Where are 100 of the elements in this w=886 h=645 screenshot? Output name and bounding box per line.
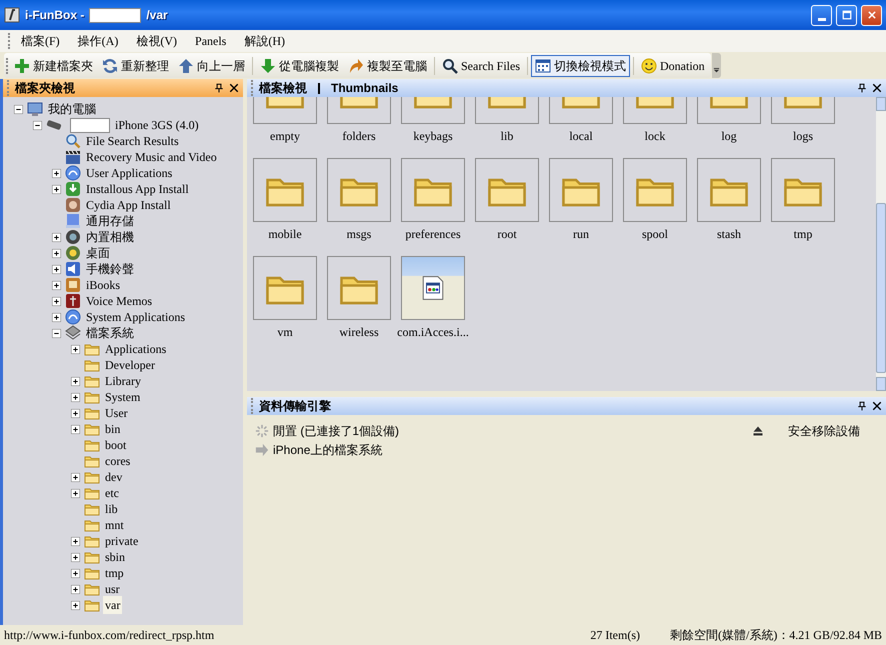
expand-icon[interactable] (71, 568, 80, 578)
expand-icon[interactable] (71, 600, 80, 610)
download-app-icon (65, 181, 81, 197)
tree-item[interactable]: 手機鈴聲 (84, 260, 136, 278)
tree-item[interactable]: System Applications (84, 308, 187, 326)
menu-item[interactable]: 解說(H) (236, 31, 294, 51)
curved-arrow-icon (348, 58, 364, 74)
tree-item[interactable]: User Applications (84, 164, 174, 182)
collapse-icon[interactable] (33, 120, 42, 130)
stack-icon (65, 325, 81, 341)
expand-icon[interactable] (52, 264, 61, 274)
folder-thumbnail[interactable] (327, 256, 391, 320)
tree-item[interactable]: tmp (103, 564, 126, 582)
file-name: spool (640, 226, 669, 241)
tree-item[interactable]: usr (103, 580, 122, 598)
expand-icon[interactable] (71, 584, 80, 594)
tree-item[interactable]: iBooks (84, 276, 122, 294)
tree-item[interactable]: Voice Memos (84, 292, 154, 310)
tree-item[interactable]: var (103, 596, 122, 614)
toolbar-button[interactable]: 複製至電腦 (344, 54, 431, 76)
tree-item[interactable]: Library (103, 372, 143, 390)
tree-item[interactable]: etc (103, 484, 121, 502)
grip-icon (8, 33, 11, 49)
tree-item[interactable]: cores (103, 452, 132, 470)
tree-item[interactable]: boot (103, 436, 128, 454)
folder-thumbnail[interactable] (549, 158, 613, 222)
toolbar-button[interactable]: 切換檢視模式 (531, 54, 630, 76)
tree-item[interactable]: lib (103, 500, 120, 518)
eject-icon (752, 424, 764, 436)
close-icon (872, 401, 882, 411)
expand-icon[interactable] (71, 424, 80, 434)
menu-item[interactable]: 檢視(V) (128, 31, 186, 51)
camera-icon (65, 229, 81, 245)
expand-icon[interactable] (52, 184, 61, 194)
tree-item[interactable]: Cydia App Install (84, 196, 173, 214)
toolbar-button[interactable]: 新建檔案夾 (10, 54, 97, 76)
menu-item[interactable]: Panels (187, 31, 234, 51)
overflow-button[interactable] (712, 53, 721, 78)
eject-link[interactable]: 安全移除設備 (788, 422, 860, 440)
toolbar-button[interactable]: 重新整理 (98, 54, 173, 76)
scroll-thumb[interactable] (876, 203, 886, 373)
expand-icon[interactable] (71, 408, 80, 418)
collapse-icon[interactable] (52, 328, 61, 338)
tree-item[interactable]: Installous App Install (84, 180, 191, 198)
toolbar-button[interactable]: 從電腦複製 (256, 54, 343, 76)
toolbar-button[interactable]: Donation (637, 54, 709, 76)
folder-thumbnail[interactable] (253, 158, 317, 222)
tree-item[interactable]: 通用存儲 (84, 212, 136, 230)
expand-icon[interactable] (71, 536, 80, 546)
tree-item[interactable]: Recovery Music and Video (84, 148, 219, 166)
tree-item[interactable]: private (103, 532, 140, 550)
expand-icon[interactable] (52, 168, 61, 178)
grip-icon (6, 58, 9, 74)
tree-item[interactable]: dev (103, 468, 124, 486)
folder-thumbnail[interactable] (475, 158, 539, 222)
menu-item[interactable]: 操作(A) (70, 31, 126, 51)
expand-icon[interactable] (71, 552, 80, 562)
folder-thumbnail[interactable] (327, 158, 391, 222)
folder-thumbnail[interactable] (623, 158, 687, 222)
expand-icon[interactable] (71, 472, 80, 482)
tree-item[interactable]: File Search Results (84, 132, 181, 150)
folder-thumbnail[interactable] (253, 256, 317, 320)
tree-item[interactable]: User (103, 404, 130, 422)
expand-icon[interactable] (52, 280, 61, 290)
tree-item[interactable]: sbin (103, 548, 128, 566)
tree-item[interactable]: 內置相機 (84, 228, 136, 246)
file-name: msgs (346, 226, 372, 241)
toolbar-button[interactable]: 向上一層 (174, 54, 249, 76)
expand-icon[interactable] (52, 312, 61, 322)
minimize-button[interactable] (811, 4, 832, 26)
expand-icon[interactable] (71, 392, 80, 402)
tree-item[interactable]: Developer (103, 356, 157, 374)
collapse-icon[interactable] (14, 104, 23, 114)
expand-icon[interactable] (71, 344, 80, 354)
tree-item[interactable]: Applications (103, 340, 168, 358)
expand-icon[interactable] (52, 248, 61, 258)
transfer-item[interactable]: iPhone上的檔案系統 (273, 440, 382, 458)
expand-icon[interactable] (52, 232, 61, 242)
tree-item[interactable]: 我的電腦 (46, 100, 98, 118)
folder-thumbnail[interactable] (697, 158, 761, 222)
close-button[interactable] (861, 4, 882, 26)
maximize-button[interactable] (836, 4, 857, 26)
tree-item[interactable]: mnt (103, 516, 126, 534)
expand-icon[interactable] (52, 296, 61, 306)
book-icon (65, 277, 81, 293)
pin-icon (857, 401, 867, 411)
tree-item[interactable]: System (103, 388, 142, 406)
toolbar-button[interactable]: Search Files (438, 54, 524, 76)
scrollbar[interactable] (876, 97, 886, 391)
expand-icon[interactable] (71, 488, 80, 498)
tree-item[interactable]: bin (103, 420, 122, 438)
menu-item[interactable]: 檔案(F) (13, 31, 68, 51)
tree-item[interactable]: 檔案系統 (84, 324, 136, 342)
down-arrow-icon (260, 58, 276, 74)
folder-thumbnail[interactable] (771, 158, 835, 222)
folder-thumbnail[interactable] (401, 158, 465, 222)
file-thumbnail[interactable] (401, 256, 465, 320)
expand-icon[interactable] (71, 376, 80, 386)
tree-item[interactable]: iPhone 3GS (4.0) (113, 116, 201, 134)
tree-item[interactable]: 桌面 (84, 244, 112, 262)
